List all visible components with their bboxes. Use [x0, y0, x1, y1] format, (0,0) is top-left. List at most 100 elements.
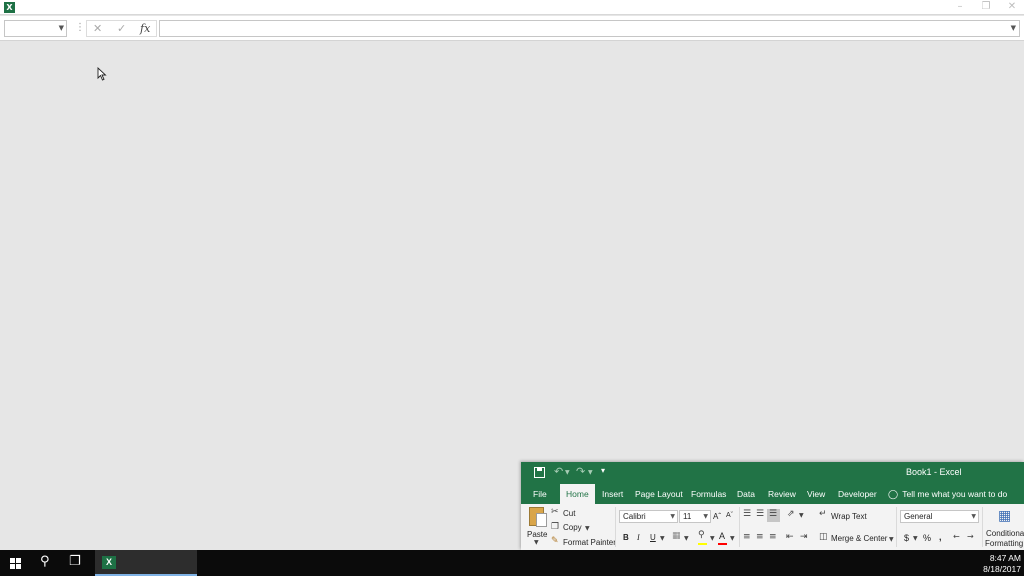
align-top-icon[interactable]: ☰ — [743, 509, 751, 519]
tab-view[interactable]: View — [807, 484, 825, 504]
x-icon[interactable]: ✕ — [93, 22, 102, 35]
chevron-down-icon[interactable]: ▼ — [565, 469, 570, 476]
number-format-select[interactable]: General ▼ — [900, 510, 979, 523]
chevron-down-icon[interactable]: ▼ — [684, 535, 689, 542]
fx-button[interactable]: fx — [140, 22, 150, 35]
undo-icon[interactable]: ↶ — [554, 465, 563, 478]
copy-button[interactable]: Copy — [563, 523, 582, 532]
font-size-value: 11 — [683, 512, 692, 521]
increase-indent-icon[interactable]: ⇥ — [800, 532, 808, 542]
group-divider — [896, 507, 897, 547]
windows-start-icon[interactable] — [10, 558, 21, 569]
chevron-down-icon[interactable]: ▼ — [660, 535, 665, 542]
orientation-icon[interactable]: ⇗ — [787, 509, 795, 519]
conditional-formatting-label-2[interactable]: Formatting — [985, 539, 1023, 548]
chevron-down-icon[interactable]: ▼ — [971, 511, 976, 522]
name-box[interactable]: ▼ — [4, 20, 67, 37]
chevron-down-icon[interactable]: ▼ — [588, 469, 593, 476]
italic-button[interactable]: I — [637, 533, 640, 542]
taskbar-excel-button[interactable]: X — [95, 550, 197, 576]
chevron-down-icon[interactable]: ▼ — [703, 511, 708, 522]
tab-review[interactable]: Review — [768, 484, 796, 504]
excel-title-bar: ↶ ▼ ↷ ▼ ▾ Book1 - Excel — [521, 462, 1024, 484]
chevron-down-icon[interactable]: ▼ — [710, 535, 715, 542]
chevron-down-icon[interactable]: ▼ — [799, 512, 804, 519]
chevron-down-icon[interactable]: ▼ — [585, 525, 590, 532]
wrap-text-button[interactable]: Wrap Text — [831, 512, 867, 521]
ribbon-tabs: File Home Insert Page Layout Formulas Da… — [521, 484, 1024, 504]
close-icon[interactable]: ✕ — [998, 0, 1024, 15]
align-center-icon[interactable]: ≡ — [756, 532, 764, 542]
customize-qat-icon[interactable]: ▾ — [601, 466, 605, 475]
cut-icon[interactable]: ✂ — [551, 507, 559, 517]
percent-button[interactable]: % — [923, 533, 931, 543]
underline-button[interactable]: U — [650, 533, 656, 542]
paste-button[interactable]: Paste — [527, 530, 547, 539]
font-size-select[interactable]: 11 ▼ — [679, 510, 711, 523]
tab-data[interactable]: Data — [737, 484, 755, 504]
chevron-down-icon[interactable]: ▼ — [670, 511, 675, 522]
lightbulb-icon: ◯ — [888, 490, 899, 500]
tab-insert[interactable]: Insert — [602, 484, 623, 504]
format-painter-icon[interactable]: ✎ — [551, 536, 559, 546]
format-painter-button[interactable]: Format Painter — [563, 538, 616, 547]
chevron-down-icon[interactable]: ▼ — [913, 535, 918, 542]
decrease-indent-icon[interactable]: ⇤ — [786, 532, 794, 542]
chevron-down-icon[interactable]: ▼ — [730, 535, 735, 542]
chevron-down-icon[interactable]: ▼ — [889, 536, 894, 543]
align-middle-icon[interactable]: ☰ — [756, 509, 764, 519]
increase-font-icon[interactable]: Aˆ — [713, 512, 721, 521]
paste-icon[interactable] — [529, 507, 547, 527]
font-name-select[interactable]: Calibri ▼ — [619, 510, 678, 523]
conditional-formatting-icon[interactable]: ▦ — [998, 508, 1011, 524]
taskbar: ⚲ ❐ X 8:47 AM 8/18/2017 — [0, 550, 1024, 576]
tell-me-search[interactable]: ◯ Tell me what you want to do — [888, 484, 1007, 504]
tab-home[interactable]: Home — [560, 484, 595, 504]
bold-button[interactable]: B — [623, 533, 629, 542]
group-divider — [615, 507, 616, 547]
copy-icon[interactable]: ❐ — [551, 522, 559, 532]
system-clock[interactable]: 8:47 AM 8/18/2017 — [983, 553, 1021, 575]
save-icon[interactable] — [534, 467, 545, 478]
wrap-text-icon[interactable]: ↵ — [819, 509, 827, 519]
task-view-icon[interactable]: ❐ — [69, 554, 81, 569]
tab-page-layout[interactable]: Page Layout — [635, 484, 683, 504]
search-icon[interactable]: ⚲ — [40, 554, 50, 569]
borders-icon[interactable]: ▦ — [672, 531, 681, 541]
comma-button[interactable]: , — [939, 532, 942, 542]
chevron-down-icon[interactable]: ▼ — [59, 24, 64, 32]
formula-input[interactable]: ▼ — [159, 20, 1020, 37]
redo-icon[interactable]: ↷ — [576, 465, 585, 478]
align-right-icon[interactable]: ≡ — [769, 532, 777, 542]
chevron-down-icon[interactable]: ▼ — [534, 539, 539, 546]
excel-window[interactable]: ↶ ▼ ↷ ▼ ▾ Book1 - Excel File Home Insert… — [521, 462, 1024, 550]
tab-developer[interactable]: Developer — [838, 484, 877, 504]
restore-icon[interactable]: ❐ — [972, 0, 1000, 15]
minimize-icon[interactable]: – — [946, 0, 974, 15]
decrease-font-icon[interactable]: Aˇ — [726, 512, 733, 519]
font-name-value: Calibri — [623, 512, 646, 521]
fill-color-icon[interactable]: ⚲ — [698, 530, 705, 540]
clock-time: 8:47 AM — [989, 553, 1021, 563]
tab-formulas[interactable]: Formulas — [691, 484, 726, 504]
currency-button[interactable]: $ — [904, 533, 909, 543]
group-divider — [982, 507, 983, 547]
align-left-icon[interactable]: ≡ — [743, 532, 751, 542]
grip-icon[interactable]: ⋮ — [75, 22, 85, 33]
window-title: Book1 - Excel — [906, 467, 962, 477]
font-color-icon[interactable]: A — [719, 531, 725, 541]
align-bottom-icon[interactable]: ☰ — [769, 509, 777, 519]
cut-button[interactable]: Cut — [563, 509, 575, 518]
excel-icon: X — [4, 2, 15, 13]
excel-icon: X — [102, 556, 116, 569]
merge-center-icon[interactable]: ◫ — [819, 532, 828, 542]
check-icon[interactable]: ✓ — [117, 22, 126, 35]
decrease-decimal-icon[interactable]: → — [967, 532, 974, 541]
increase-decimal-icon[interactable]: ← — [953, 532, 960, 541]
merge-center-button[interactable]: Merge & Center — [831, 534, 887, 543]
tab-file[interactable]: File — [533, 484, 547, 504]
conditional-formatting-label-1[interactable]: Conditional — [986, 529, 1024, 538]
number-format-value: General — [904, 512, 933, 521]
fill-color-swatch — [698, 543, 707, 545]
chevron-down-icon[interactable]: ▼ — [1011, 24, 1016, 32]
